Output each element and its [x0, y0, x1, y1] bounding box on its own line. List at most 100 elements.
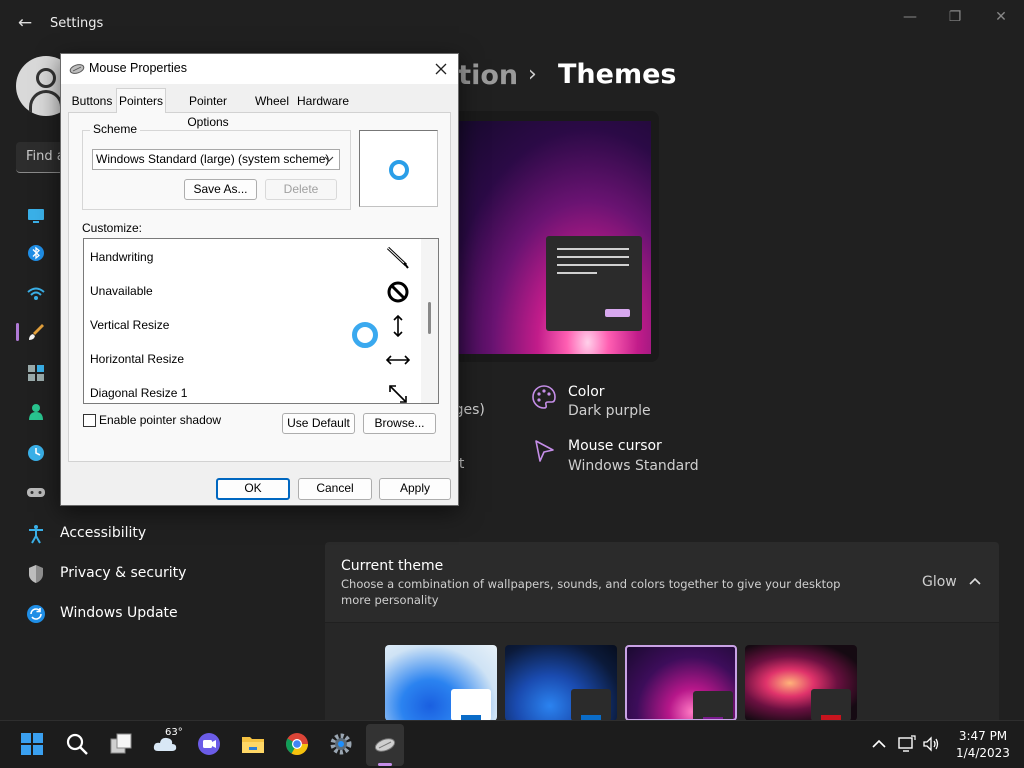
cursor-name: Horizontal Resize	[90, 352, 185, 366]
list-item[interactable]: Diagonal Resize 1	[84, 376, 420, 403]
mouse-properties-dialog: Mouse Properties Scheme Windows Standard…	[60, 53, 459, 506]
theme-thumbnail-light[interactable]	[385, 645, 497, 720]
tab-pointers[interactable]: Pointers	[116, 88, 166, 113]
cursor-list[interactable]: Handwriting Unavailable Vertical Resize …	[83, 238, 439, 404]
mouse-cursor-icon[interactable]	[531, 438, 557, 464]
current-theme-section[interactable]: Current theme Choose a combination of wa…	[325, 542, 999, 622]
file-explorer-icon[interactable]	[240, 731, 266, 757]
start-windows-icon[interactable]	[19, 731, 45, 757]
cursor-name: Diagonal Resize 1	[90, 386, 188, 400]
pointers-tab-page: Scheme Windows Standard (large) (system …	[68, 112, 451, 462]
sidebar-item-windows-update[interactable]: Windows Update	[16, 596, 316, 632]
chevron-down-icon	[324, 156, 334, 162]
clock-time[interactable]: 3:47 PM	[955, 729, 1011, 743]
browse-button[interactable]: Browse...	[363, 413, 436, 434]
theme-thumbnail-bloom[interactable]	[745, 645, 857, 720]
bluetooth-icon[interactable]	[26, 243, 46, 263]
chrome-icon[interactable]	[284, 731, 310, 757]
save-as-button[interactable]: Save As...	[184, 179, 257, 200]
close-button[interactable]: ✕	[983, 6, 1019, 28]
cursor-name: Unavailable	[90, 284, 153, 298]
system-icon[interactable]	[26, 205, 46, 225]
sidebar-item-label: Accessibility	[60, 525, 147, 541]
weather-temperature: 63°	[165, 727, 183, 738]
tab-pointer-options[interactable]: Pointer Options	[169, 91, 247, 129]
scrollbar-thumb[interactable]	[428, 302, 431, 334]
theme-preview	[440, 111, 659, 362]
time-language-icon[interactable]	[26, 443, 46, 463]
current-theme-value: Glow	[922, 574, 957, 590]
mouse-icon	[69, 64, 85, 74]
apply-button[interactable]: Apply	[379, 478, 451, 500]
gaming-icon[interactable]	[26, 482, 46, 502]
maximize-button[interactable]: ❐	[937, 6, 973, 28]
search-icon[interactable]	[64, 731, 90, 757]
preview-window	[546, 236, 642, 331]
sidebar-item-accessibility[interactable]: Accessibility	[16, 516, 316, 552]
theme-thumbnail-dark[interactable]	[505, 645, 617, 720]
theme-thumbnail-glow[interactable]	[625, 645, 737, 720]
settings-gear-icon[interactable]	[328, 731, 354, 757]
sidebar-item-label: Windows Update	[60, 605, 178, 621]
ok-button[interactable]: OK	[216, 478, 290, 500]
avatar-body-icon	[29, 90, 63, 114]
page-title: Themes	[558, 59, 677, 90]
busy-cursor-icon	[389, 160, 409, 180]
preview-accent-button	[605, 309, 630, 317]
diagonal-resize-cursor-icon	[389, 385, 407, 403]
mouse-pointer-busy-icon	[352, 322, 378, 348]
chevron-up-icon[interactable]	[870, 735, 888, 753]
shield-icon	[29, 565, 43, 583]
horizontal-resize-cursor-icon	[386, 355, 410, 365]
mouse-properties-taskbar-icon[interactable]	[372, 731, 398, 757]
accessibility-icon	[29, 525, 43, 544]
scheme-label: Scheme	[90, 122, 141, 136]
list-item[interactable]: Handwriting	[84, 240, 420, 274]
mouse-cursor-tile-value: Windows Standard	[568, 458, 699, 474]
network-icon[interactable]	[26, 284, 46, 304]
nav-active-indicator	[16, 323, 19, 341]
apps-icon[interactable]	[26, 363, 46, 383]
tab-buttons[interactable]: Buttons	[71, 91, 113, 112]
use-default-button[interactable]: Use Default	[282, 413, 355, 434]
chevron-up-icon[interactable]	[968, 574, 982, 588]
scheme-dropdown-value: Windows Standard (large) (system scheme)	[96, 152, 330, 166]
clock-date[interactable]: 1/4/2023	[955, 746, 1011, 760]
pen-cursor-icon	[386, 246, 409, 269]
task-view-icon[interactable]	[108, 731, 134, 757]
tab-wheel[interactable]: Wheel	[253, 91, 291, 112]
minimize-button[interactable]: —	[892, 6, 928, 28]
personalization-brush-icon[interactable]	[26, 322, 46, 342]
network-monitor-icon[interactable]	[898, 735, 916, 753]
delete-button[interactable]: Delete	[265, 179, 337, 200]
breadcrumb-chevron-icon: ›	[528, 62, 537, 87]
palette-icon[interactable]	[531, 384, 557, 410]
customize-label: Customize:	[82, 221, 143, 235]
cursor-list-scrollbar[interactable]	[421, 239, 438, 403]
mouse-cursor-tile-title[interactable]: Mouse cursor	[568, 438, 662, 454]
scheme-dropdown[interactable]: Windows Standard (large) (system scheme)	[92, 149, 340, 170]
active-app-indicator	[378, 763, 392, 766]
list-item[interactable]: Unavailable	[84, 274, 420, 308]
app-title: Settings	[50, 16, 104, 31]
teams-chat-icon[interactable]	[196, 731, 222, 757]
unavailable-cursor-icon	[387, 281, 409, 303]
avatar-head-icon	[36, 68, 56, 88]
update-icon	[27, 605, 45, 623]
volume-icon[interactable]	[922, 735, 940, 753]
title-bar: ← Settings — ❐ ✕	[0, 0, 1024, 48]
dialog-close-icon[interactable]	[430, 58, 452, 80]
sidebar-item-privacy[interactable]: Privacy & security	[16, 556, 316, 592]
pointer-shadow-label[interactable]: Enable pointer shadow	[99, 413, 221, 427]
sidebar-item-label: Privacy & security	[60, 565, 187, 581]
dialog-title-bar[interactable]: Mouse Properties	[61, 54, 458, 84]
pointer-shadow-checkbox[interactable]	[83, 414, 96, 427]
color-tile-title[interactable]: Color	[568, 384, 605, 400]
current-theme-title: Current theme	[341, 558, 444, 574]
back-arrow-icon[interactable]: ←	[14, 12, 36, 34]
tab-hardware[interactable]: Hardware	[297, 91, 349, 112]
accounts-icon[interactable]	[26, 402, 46, 422]
scheme-groupbox: Scheme Windows Standard (large) (system …	[82, 122, 351, 210]
cancel-button[interactable]: Cancel	[298, 478, 372, 500]
taskbar: 63° 3:47 PM 1/4/2023	[0, 720, 1024, 768]
